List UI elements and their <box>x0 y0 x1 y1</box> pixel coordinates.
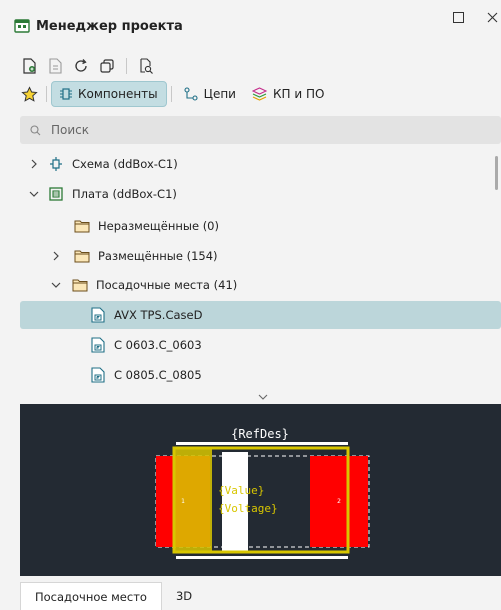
tab-3d-label: 3D <box>175 589 193 603</box>
footprint-file-icon <box>90 337 106 353</box>
tree-scrollbar[interactable] <box>495 156 498 190</box>
folder-icon <box>74 248 90 264</box>
chevron-down-icon[interactable] <box>28 188 40 200</box>
components-icon <box>60 87 72 101</box>
import-icon[interactable] <box>46 57 64 75</box>
tree-item-schematic[interactable]: Схема (ddBox-C1) <box>20 150 501 178</box>
title-bar: Менеджер проекта <box>8 8 501 44</box>
silkscreen-bottom <box>176 556 348 559</box>
search-input[interactable] <box>51 123 451 137</box>
new-document-icon[interactable] <box>20 57 38 75</box>
star-icon[interactable] <box>20 85 38 103</box>
polarity-band <box>174 448 212 552</box>
chevron-down-icon[interactable] <box>256 391 270 403</box>
project-manager-icon <box>14 18 30 34</box>
tree-item-footprints[interactable]: Посадочные места (41) <box>20 271 501 299</box>
tab-nets[interactable]: Цепи <box>176 81 244 107</box>
pad-1-label: 1 <box>181 498 185 505</box>
tab-nets-label: Цепи <box>203 87 236 101</box>
board-icon <box>48 186 64 202</box>
folder-icon <box>74 218 90 234</box>
footprint-file-icon <box>90 367 106 383</box>
tree-item-board[interactable]: Плата (ddBox-C1) <box>20 180 501 208</box>
close-icon[interactable] <box>483 8 501 26</box>
refresh-icon[interactable] <box>72 57 90 75</box>
tree-item-label: C 0603.C_0603 <box>114 338 202 352</box>
tree-item-unplaced[interactable]: Неразмещённые (0) <box>20 212 501 240</box>
tree-item-label: Плата (ddBox-C1) <box>72 187 177 201</box>
tree-item-footprint-c0603[interactable]: C 0603.C_0603 <box>20 331 501 359</box>
tab-pads-vias[interactable]: КП и ПО <box>244 81 332 107</box>
toolbar-divider <box>170 86 172 102</box>
action-toolbar <box>20 56 155 76</box>
toolbar-divider <box>46 86 47 102</box>
search-icon <box>30 121 41 140</box>
chevron-right-icon[interactable] <box>28 158 40 170</box>
window-title: Менеджер проекта <box>36 18 183 34</box>
tab-footprint[interactable]: Посадочное место <box>20 582 162 610</box>
chevron-down-icon[interactable] <box>50 279 62 291</box>
tree-item-footprint-c0805[interactable]: C 0805.C_0805 <box>20 361 501 389</box>
silkscreen-top <box>176 442 348 445</box>
search-box <box>20 116 501 144</box>
preview-tabs: Посадочное место 3D <box>20 580 206 610</box>
find-component-icon[interactable] <box>137 57 155 75</box>
tab-3d[interactable]: 3D <box>162 582 206 610</box>
refdes-label: {RefDes} <box>231 427 289 441</box>
tree-item-label: AVX TPS.CaseD <box>114 308 203 322</box>
pad-2-label: 2 <box>337 498 341 505</box>
copy-window-icon[interactable] <box>98 57 116 75</box>
restore-icon[interactable] <box>449 8 467 26</box>
view-toolbar: Компоненты Цепи КП и ПО <box>20 80 332 108</box>
tree-item-label: Посадочные места (41) <box>96 278 238 292</box>
project-tree: Схема (ddBox-C1) Плата (ddBox-C1) Неразм… <box>20 150 501 390</box>
tree-item-placed[interactable]: Размещённые (154) <box>20 242 501 270</box>
footprint-canvas: {RefDes} {Value} {Voltage} 1 2 <box>155 427 370 559</box>
voltage-label: {Voltage} <box>218 502 278 515</box>
footprint-file-icon <box>90 307 106 323</box>
footprint-preview[interactable]: {RefDes} {Value} {Voltage} 1 2 <box>20 404 501 576</box>
tree-item-label: Размещённые (154) <box>98 249 218 263</box>
toolbar-divider <box>126 58 127 74</box>
window-controls <box>449 8 501 26</box>
tab-components-label: Компоненты <box>78 87 158 101</box>
tree-item-label: Схема (ddBox-C1) <box>72 157 178 171</box>
tree-item-footprint-avx[interactable]: AVX TPS.CaseD <box>20 301 501 329</box>
tree-item-label: C 0805.C_0805 <box>114 368 202 382</box>
chevron-right-icon[interactable] <box>50 250 62 262</box>
tree-item-label: Неразмещённые (0) <box>98 219 219 233</box>
value-label: {Value} <box>218 484 264 497</box>
tab-footprint-label: Посадочное место <box>35 589 147 604</box>
tab-components[interactable]: Компоненты <box>51 81 167 107</box>
nets-icon <box>184 87 198 101</box>
tab-pads-vias-label: КП и ПО <box>272 87 325 101</box>
folder-icon <box>72 277 88 293</box>
schematic-icon <box>48 156 64 172</box>
layers-icon <box>251 87 267 101</box>
